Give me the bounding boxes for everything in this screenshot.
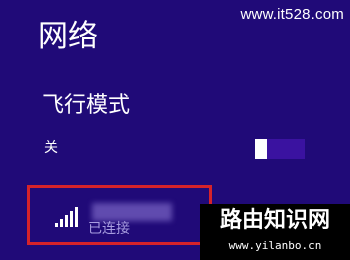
- watermark-brand-title: 路由知识网: [219, 208, 330, 233]
- signal-bar-1: [55, 223, 58, 227]
- watermark-box: 路由知识网 www.yilanbo.cn: [200, 204, 350, 260]
- wifi-signal-icon: [55, 207, 78, 227]
- signal-bar-4: [70, 211, 73, 227]
- toggle-thumb[interactable]: [255, 139, 267, 159]
- panel-title: 网络: [38, 19, 98, 54]
- signal-bar-2: [60, 219, 63, 227]
- airplane-mode-toggle[interactable]: [255, 139, 305, 159]
- airplane-mode-title: 飞行模式: [42, 93, 131, 118]
- network-name-redacted: [92, 203, 172, 221]
- signal-bar-3: [65, 215, 68, 227]
- watermark-top-url: www.it528.com: [240, 6, 344, 23]
- network-item[interactable]: 已连接: [27, 185, 212, 245]
- airplane-mode-state-label: 关: [44, 140, 58, 156]
- toggle-track: [267, 139, 305, 159]
- network-status: 已连接: [88, 221, 130, 237]
- watermark-brand-url: www.yilanbo.cn: [228, 239, 322, 252]
- signal-bar-5: [75, 207, 78, 227]
